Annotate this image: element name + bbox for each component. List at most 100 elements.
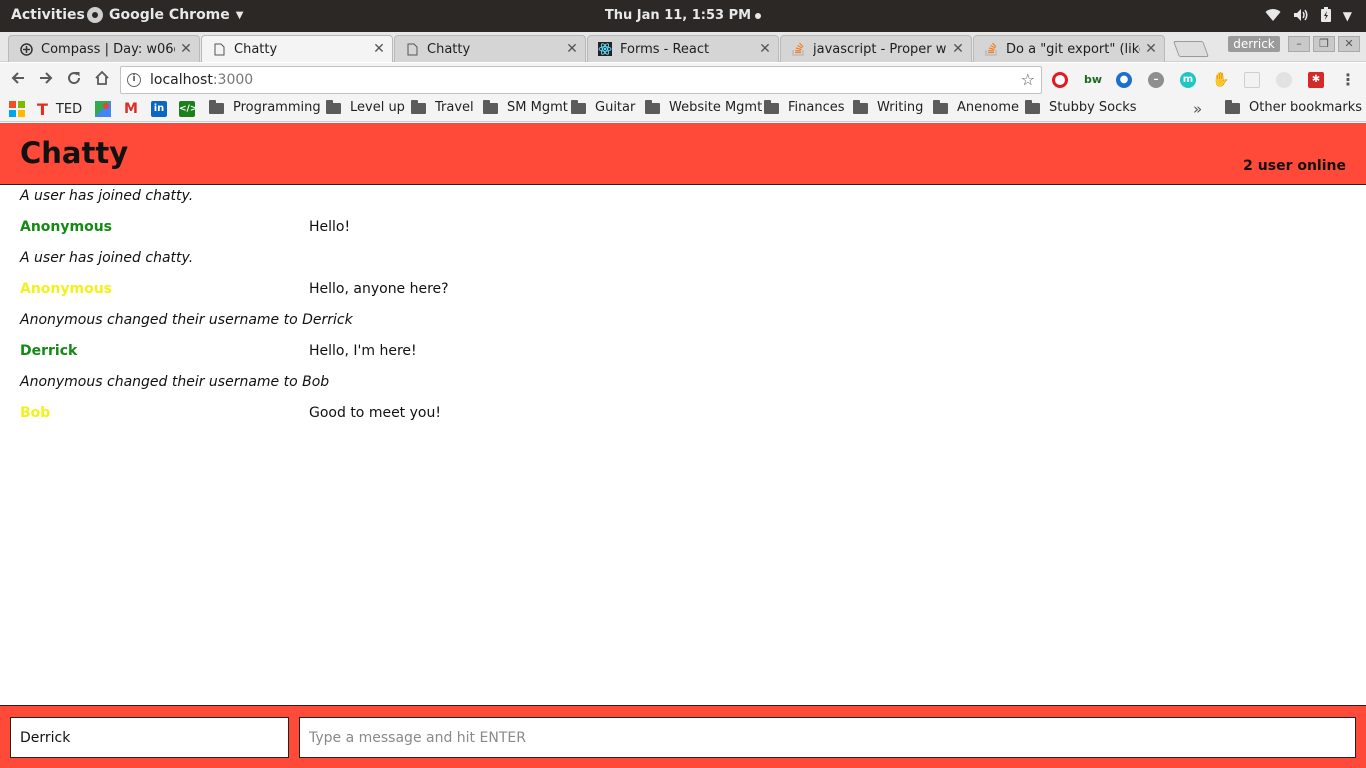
gnome-extension-icon[interactable]: ✋ [1212, 72, 1229, 88]
system-menu-chevron-icon: ▼ [1342, 9, 1352, 23]
info-icon[interactable]: i [127, 73, 141, 87]
notification-text: A user has joined chatty. [20, 188, 194, 204]
arrow-right-icon [40, 72, 53, 84]
folder-icon [483, 100, 498, 114]
notification-dot-icon [755, 12, 762, 19]
bookmark-writing[interactable]: Writing [853, 100, 923, 115]
maximize-button[interactable]: ❐ [1313, 36, 1335, 52]
folder-icon [645, 100, 660, 114]
blank-extension-icon[interactable] [1244, 72, 1260, 88]
window-close-button[interactable]: ✕ [1338, 36, 1360, 52]
system-status-area[interactable]: ▼ [1265, 7, 1352, 25]
red-extension-icon[interactable]: ✱ [1308, 72, 1324, 88]
close-icon[interactable]: ✕ [1144, 41, 1158, 57]
folder-icon [209, 100, 224, 114]
password-extension-icon[interactable]: ● [1116, 72, 1132, 88]
apps-icon[interactable] [9, 101, 25, 117]
address-host: localhost [150, 72, 213, 88]
home-icon [95, 70, 109, 85]
new-tab-button[interactable] [1173, 41, 1209, 57]
gray-extension-icon[interactable]: – [1148, 72, 1164, 88]
m-extension-icon[interactable]: m [1180, 72, 1196, 88]
menu-kebab-icon[interactable]: ⋮ [1340, 72, 1356, 88]
opera-extension-icon[interactable] [1052, 72, 1068, 88]
bookmark-label: Other bookmarks [1249, 100, 1363, 115]
wifi-icon [1265, 8, 1281, 25]
username-input[interactable] [10, 717, 289, 758]
tab-chatty[interactable]: Chatty ✕ [394, 35, 586, 62]
close-icon[interactable]: ✕ [951, 41, 965, 57]
tab-strip: Compass | Day: w06d4 ✕ Chatty ✕ Chatty ✕… [0, 32, 1366, 62]
tab-stackoverflow-javascript[interactable]: javascript - Proper wa ✕ [780, 35, 972, 62]
bookmark-label: SM Mgmt [507, 100, 568, 115]
clock[interactable]: Thu Jan 11, 1:53 PM [0, 8, 1366, 23]
close-icon[interactable]: ✕ [758, 41, 772, 57]
page-icon [212, 42, 226, 56]
profile-button[interactable]: derrick [1228, 36, 1280, 52]
bookmark-label: Finances [788, 100, 845, 115]
tab-compass[interactable]: Compass | Day: w06d4 ✕ [8, 35, 200, 62]
message-content: Hello! [309, 219, 351, 235]
message-username: Derrick [20, 343, 78, 359]
other-bookmarks[interactable]: Other bookmarks [1225, 100, 1362, 115]
bookmark-level-up[interactable]: Level up [326, 100, 405, 115]
bookmarks-bar: T TED M in </> Programming Level up Trav… [0, 97, 1366, 122]
close-icon[interactable]: ✕ [565, 41, 579, 57]
message-content: Hello, anyone here? [309, 281, 449, 297]
home-button[interactable] [92, 70, 112, 90]
folder-icon [853, 100, 868, 114]
tab-forms-react[interactable]: Forms - React ✕ [587, 35, 779, 62]
chatbar [0, 705, 1366, 768]
close-icon[interactable]: ✕ [372, 41, 386, 57]
tab-title: Chatty [427, 41, 471, 57]
bookmark-travel[interactable]: Travel [411, 100, 474, 115]
reload-button[interactable] [64, 70, 84, 90]
tab-chatty-active[interactable]: Chatty ✕ [201, 35, 393, 62]
chat-message: Derrick Hello, I'm here! [20, 330, 1346, 361]
bookmark-stubby-socks[interactable]: Stubby Socks [1025, 100, 1137, 115]
message-content: Good to meet you! [309, 405, 441, 421]
message-input[interactable] [299, 717, 1356, 758]
address-port: :3000 [212, 72, 254, 88]
google-maps-icon[interactable] [95, 101, 111, 117]
app-title[interactable]: Chatty [20, 136, 128, 170]
bookmark-anenome[interactable]: Anenome [933, 100, 1019, 115]
linkedin-icon[interactable]: in [151, 101, 167, 117]
bookmark-label: Level up [350, 100, 405, 115]
bookmark-label: Programming [233, 100, 321, 115]
folder-icon [326, 100, 341, 114]
disabled-extension-icon[interactable] [1276, 72, 1292, 88]
users-online-count: 2 user online [1243, 158, 1346, 174]
gmail-icon[interactable]: M [123, 101, 139, 117]
folder-icon [571, 100, 586, 114]
bookmark-label: Writing [877, 100, 924, 115]
browser-toolbar: i localhost:3000 ☆ bw ● – m ✋ ✱ ⋮ [0, 63, 1366, 97]
tab-stackoverflow-git-export[interactable]: Do a "git export" (like ✕ [973, 35, 1165, 62]
tab-title: javascript - Proper wa [813, 41, 947, 57]
close-icon[interactable]: ✕ [179, 41, 193, 57]
bookmark-label: Anenome [957, 100, 1019, 115]
folder-icon [764, 100, 779, 114]
green-site-icon[interactable]: </> [179, 101, 197, 117]
bookmark-website-mgmt[interactable]: Website Mgmt [645, 100, 762, 115]
bookmark-sm-mgmt[interactable]: SM Mgmt [483, 100, 568, 115]
message-username: Anonymous [20, 219, 113, 235]
forward-button[interactable] [36, 70, 56, 90]
tab-title: Do a "git export" (like [1006, 41, 1140, 57]
bw-extension-icon[interactable]: bw [1084, 72, 1102, 88]
battery-icon [1320, 7, 1331, 25]
folder-icon [1025, 100, 1040, 114]
back-button[interactable] [8, 70, 28, 90]
system-notification: A user has joined chatty. [20, 237, 1346, 268]
bookmark-ted[interactable]: T TED [37, 100, 82, 119]
bookmark-programming[interactable]: Programming [209, 100, 321, 115]
bookmark-guitar[interactable]: Guitar [571, 100, 635, 115]
notification-text: Anonymous changed their username to Bob [20, 374, 330, 390]
bookmark-finances[interactable]: Finances [764, 100, 845, 115]
bookmarks-overflow-button[interactable]: » [1193, 100, 1202, 118]
minimize-button[interactable]: – [1288, 36, 1310, 52]
address-bar[interactable]: i localhost:3000 ☆ [120, 66, 1042, 94]
compass-icon [19, 42, 33, 56]
bookmark-star-icon[interactable]: ☆ [1021, 70, 1035, 89]
ted-icon: T [37, 100, 48, 119]
